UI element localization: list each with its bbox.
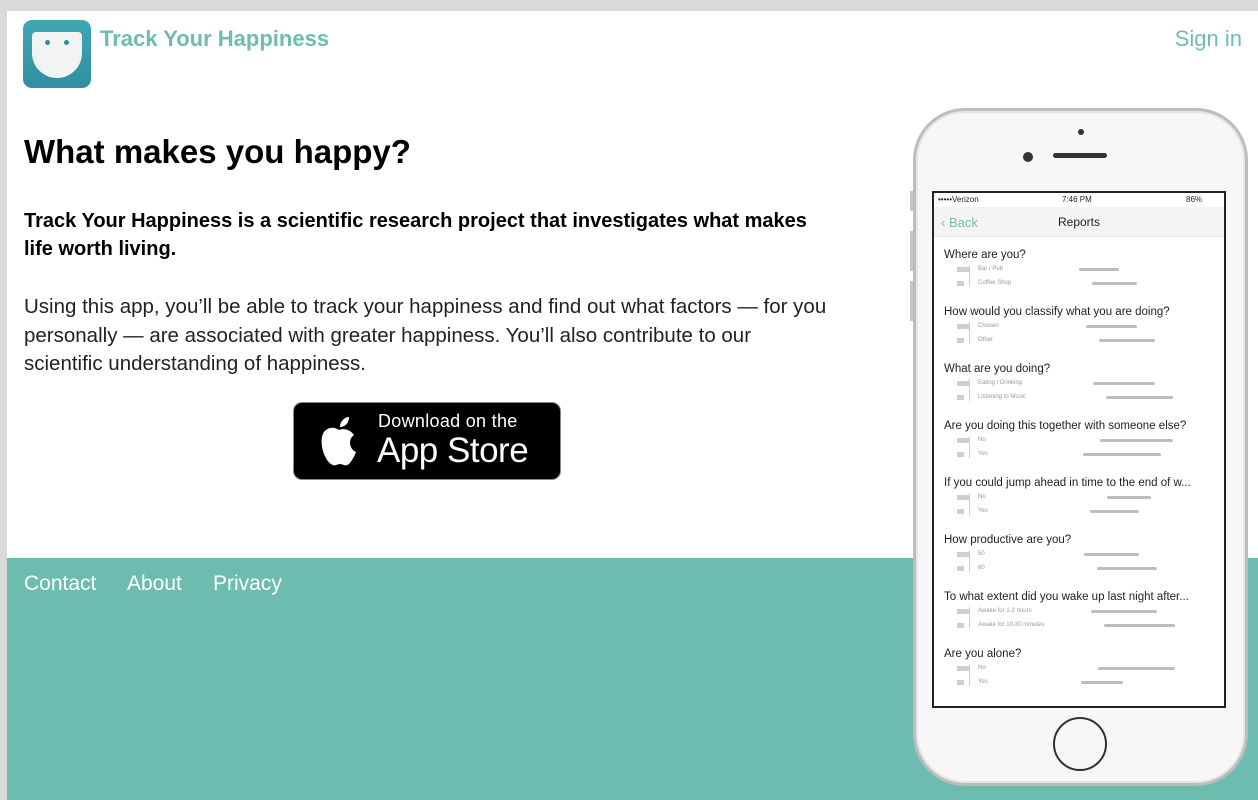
phone-status-bar: •••••Verizon 7:46 PM 86% [934, 193, 1224, 207]
report-row-bar [957, 566, 964, 571]
report-row-bar [957, 324, 969, 329]
report-scatter [1086, 325, 1137, 328]
report-scatter [1079, 268, 1119, 271]
report-row-bar [957, 281, 964, 286]
report-axis-line [969, 493, 970, 515]
page: Track Your Happiness Sign in What makes … [7, 11, 1258, 800]
report-question[interactable]: If you could jump ahead in time to the e… [944, 477, 1219, 489]
report-axis-line [969, 322, 970, 344]
report-row-label: No [978, 665, 986, 671]
report-row-label: Coffee Shop [978, 280, 1012, 286]
app-logo[interactable] [23, 20, 91, 88]
footer-link-privacy[interactable]: Privacy [213, 572, 282, 596]
report-row-bar [957, 509, 964, 514]
lead-paragraph: Track Your Happiness is a scientific res… [24, 210, 807, 260]
reports-title: Reports [1057, 215, 1101, 229]
report-scatter [1106, 396, 1173, 399]
report-row-bar [957, 338, 964, 343]
report-row-label: Other [978, 337, 994, 343]
phone-speaker-icon [1053, 153, 1107, 158]
app-store-button[interactable]: Download on the App Store [293, 402, 561, 480]
report-axis-line [969, 550, 970, 572]
body-paragraph: Using this app, you’ll be able to track … [24, 295, 827, 375]
phone-camera-icon [1078, 129, 1084, 135]
report-scatter [1104, 624, 1175, 627]
phone-mockup: •••••Verizon 7:46 PM 86% ‹ Back Reports … [910, 108, 1248, 786]
report-row-bar [957, 623, 964, 628]
report-row-label: Eating / Drinking [978, 380, 1023, 386]
phone-nav-bar: ‹ Back Reports [934, 207, 1224, 237]
report-question[interactable]: Are you doing this together with someone… [944, 420, 1219, 432]
phone-side-button [910, 191, 913, 211]
app-store-caption: Download on the [378, 411, 518, 431]
report-row-label: Chosen [978, 323, 999, 329]
report-scatter [1092, 282, 1137, 285]
report-row-label: Awake for 1-2 hours [978, 608, 1032, 614]
report-scatter [1098, 667, 1175, 670]
report-scatter [1099, 339, 1155, 342]
report-scatter [1091, 610, 1157, 613]
report-row-label: Listening to Music [978, 394, 1027, 400]
report-question[interactable]: To what extent did you wake up last nigh… [944, 591, 1219, 603]
report-row-label: No [978, 437, 986, 443]
report-row-bar [957, 680, 964, 685]
report-row-label: 50 [978, 551, 985, 557]
apple-logo-icon [321, 417, 356, 466]
report-axis-line [969, 436, 970, 458]
report-scatter [1107, 496, 1151, 499]
phone-side-button [910, 281, 913, 321]
footer-link-contact[interactable]: Contact [24, 572, 96, 596]
sign-in-link[interactable]: Sign in [1175, 26, 1242, 52]
report-row-label: Yes [978, 451, 988, 457]
status-time: 7:46 PM [1062, 195, 1092, 204]
status-carrier: •••••Verizon [938, 195, 979, 204]
phone-sensor-icon [1023, 152, 1033, 162]
app-store-label: App Store [377, 431, 529, 470]
home-button[interactable] [1053, 717, 1107, 771]
report-row-label: Yes [978, 679, 988, 685]
report-row-bar [957, 267, 969, 272]
report-row-label: 60 [978, 565, 985, 571]
report-row-bar [957, 452, 964, 457]
report-row-bar [957, 395, 964, 400]
status-battery: 86% [1186, 195, 1203, 204]
report-scatter [1093, 382, 1155, 385]
report-row-label: Bar / Pub [978, 266, 1004, 272]
report-scatter [1083, 453, 1161, 456]
report-row-bar [957, 552, 969, 557]
report-row-bar [957, 609, 969, 614]
report-row-bar [957, 381, 969, 386]
report-row-bar [957, 495, 969, 500]
report-row-label: No [978, 494, 986, 500]
report-question[interactable]: Where are you? [944, 249, 1219, 261]
phone-screen: •••••Verizon 7:46 PM 86% ‹ Back Reports … [932, 191, 1226, 708]
report-axis-line [969, 265, 970, 287]
logo-eye-icon [64, 40, 69, 45]
report-axis-line [969, 607, 970, 629]
report-row-bar [957, 666, 969, 671]
report-row-label: Yes [978, 508, 988, 514]
report-scatter [1084, 553, 1139, 556]
report-scatter [1081, 681, 1123, 684]
report-question[interactable]: How would you classify what you are doin… [944, 306, 1219, 318]
report-scatter [1100, 439, 1173, 442]
report-scatter [1097, 567, 1157, 570]
report-question[interactable]: What are you doing? [944, 363, 1219, 375]
report-row-label: Awake for 10-30 minutes [978, 622, 1045, 628]
phone-side-button [910, 231, 913, 271]
report-axis-line [969, 664, 970, 686]
report-question[interactable]: How productive are you? [944, 534, 1219, 546]
report-row-bar [957, 438, 969, 443]
report-scatter [1090, 510, 1139, 513]
logo-face-icon [32, 32, 82, 78]
logo-eye-icon [45, 40, 50, 45]
page-title: What makes you happy? [24, 133, 411, 170]
brand-name[interactable]: Track Your Happiness [100, 26, 329, 52]
report-question[interactable]: Are you alone? [944, 648, 1219, 660]
footer-link-about[interactable]: About [127, 572, 182, 596]
report-axis-line [969, 379, 970, 401]
